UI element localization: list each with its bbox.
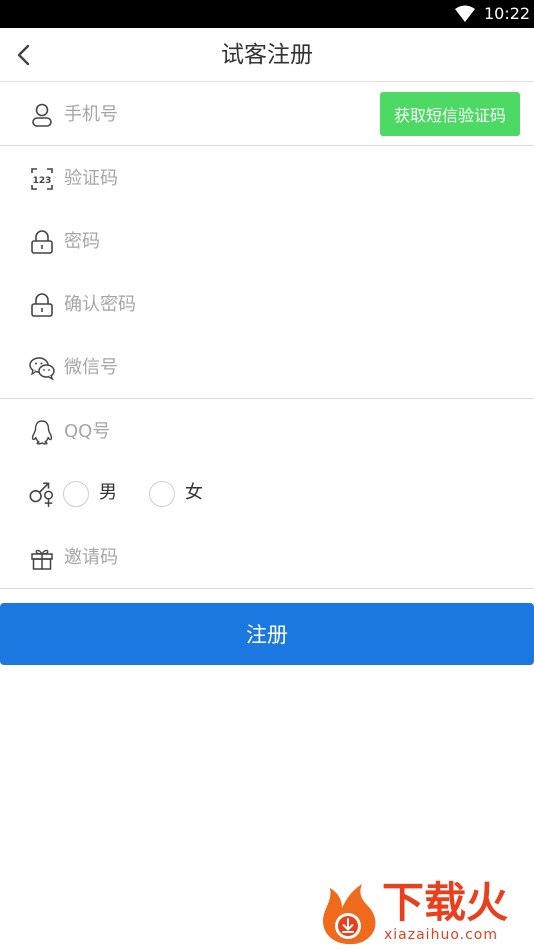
nav-bar: 试客注册 — [0, 28, 534, 82]
lock-icon — [31, 293, 53, 317]
qq-input[interactable] — [64, 413, 504, 449]
gift-icon — [31, 549, 53, 570]
watermark: 下载火 xiazaihuo.com — [312, 876, 534, 949]
code-input[interactable] — [64, 160, 504, 196]
gender-female-radio[interactable] — [149, 481, 175, 507]
wifi-icon — [455, 5, 475, 22]
wechat-row — [0, 335, 534, 399]
password-row — [0, 209, 534, 273]
invite-code-input[interactable] — [64, 539, 504, 575]
watermark-brand: 下载火 — [382, 878, 509, 927]
watermark-url: xiazaihuo.com — [384, 927, 498, 943]
invite-row — [0, 525, 534, 589]
wechat-icon — [29, 357, 55, 381]
get-sms-code-button[interactable]: 获取短信验证码 — [380, 92, 520, 136]
qq-icon — [31, 420, 53, 445]
gender-row: 男 女 — [0, 462, 534, 526]
qq-row — [0, 399, 534, 463]
gender-female-label: 女 — [185, 482, 203, 503]
confirm-password-row — [0, 272, 534, 336]
gender-male-radio[interactable] — [63, 481, 89, 507]
phone-input[interactable] — [64, 96, 364, 132]
gender-male-label: 男 — [99, 482, 117, 503]
flame-logo-icon — [322, 884, 376, 945]
lock-icon — [31, 230, 53, 254]
confirm-password-input[interactable] — [64, 286, 504, 322]
svg-text:123: 123 — [33, 176, 52, 186]
page-title: 试客注册 — [221, 42, 313, 68]
code-123-icon: 123 — [31, 168, 53, 190]
password-input[interactable] — [64, 223, 504, 259]
wechat-input[interactable] — [64, 349, 504, 385]
register-button[interactable]: 注册 — [0, 603, 534, 665]
user-icon — [32, 103, 52, 127]
code-row: 123 — [0, 146, 534, 210]
status-time: 10:22 — [484, 4, 531, 23]
phone-row: 获取短信验证码 — [0, 82, 534, 146]
gender-icon — [29, 482, 53, 507]
status-bar: 10:22 — [0, 0, 534, 28]
